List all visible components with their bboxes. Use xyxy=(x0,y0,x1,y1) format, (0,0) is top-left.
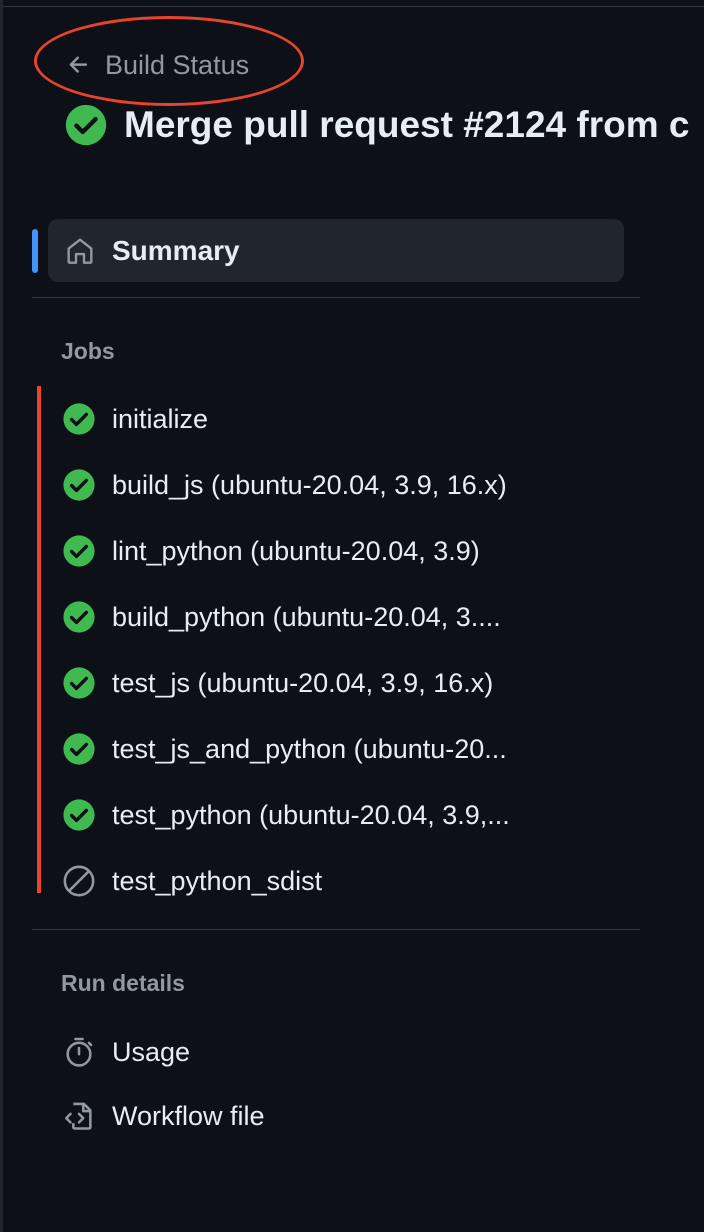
top-border xyxy=(0,0,704,7)
job-item-test-python[interactable]: test_python (ubuntu-20.04, 3.9,... xyxy=(62,782,510,848)
job-label: test_python (ubuntu-20.04, 3.9,... xyxy=(112,799,510,830)
home-icon xyxy=(64,235,96,267)
run-detail-workflow-file[interactable]: Workflow file xyxy=(62,1084,265,1148)
job-item-test-js-and-python[interactable]: test_js_and_python (ubuntu-20... xyxy=(62,716,510,782)
job-item-lint-python[interactable]: lint_python (ubuntu-20.04, 3.9) xyxy=(62,518,510,584)
check-circle-fill-icon xyxy=(62,732,96,766)
check-circle-fill-icon xyxy=(62,402,96,436)
check-circle-fill-icon xyxy=(62,534,96,568)
job-label: initialize xyxy=(112,403,209,434)
run-title: Merge pull request #2124 from c xyxy=(64,98,689,152)
run-detail-label: Workflow file xyxy=(112,1100,265,1131)
check-circle-fill-icon xyxy=(62,468,96,502)
stopwatch-icon xyxy=(62,1035,96,1069)
job-item-build-js[interactable]: build_js (ubuntu-20.04, 3.9, 16.x) xyxy=(62,452,510,518)
left-border xyxy=(0,0,3,1232)
run-detail-usage[interactable]: Usage xyxy=(62,1020,265,1084)
back-to-build-status-link[interactable]: Build Status xyxy=(66,45,249,85)
nav-item-summary-label: Summary xyxy=(112,234,240,266)
divider xyxy=(32,297,640,298)
back-link-label: Build Status xyxy=(105,49,250,80)
workflow-run-sidebar: Build Status Merge pull request #2124 fr… xyxy=(0,0,704,1232)
job-item-test-js[interactable]: test_js (ubuntu-20.04, 3.9, 16.x) xyxy=(62,650,510,716)
job-label: build_python (ubuntu-20.04, 3.... xyxy=(112,601,501,632)
check-circle-fill-icon xyxy=(64,103,108,147)
jobs-list: initialize build_js (ubuntu-20.04, 3.9, … xyxy=(62,386,510,914)
run-details-list: Usage Workflow file xyxy=(62,1020,265,1148)
job-item-initialize[interactable]: initialize xyxy=(62,386,510,452)
skip-icon xyxy=(62,864,96,898)
jobs-heading: Jobs xyxy=(61,338,115,364)
nav-item-summary[interactable]: Summary xyxy=(48,219,624,282)
arrow-left-icon xyxy=(66,52,92,78)
annotation-line xyxy=(37,386,41,893)
job-item-build-python[interactable]: build_python (ubuntu-20.04, 3.... xyxy=(62,584,510,650)
run-details-heading: Run details xyxy=(61,970,185,996)
run-detail-label: Usage xyxy=(112,1036,191,1067)
check-circle-fill-icon xyxy=(62,798,96,832)
summary-active-indicator xyxy=(32,229,38,273)
check-circle-fill-icon xyxy=(62,600,96,634)
run-title-text: Merge pull request #2124 from c xyxy=(124,104,690,145)
job-label: test_python_sdist xyxy=(112,865,323,896)
job-label: test_js (ubuntu-20.04, 3.9, 16.x) xyxy=(112,667,494,698)
file-code-icon xyxy=(62,1099,96,1133)
job-label: build_js (ubuntu-20.04, 3.9, 16.x) xyxy=(112,469,507,500)
job-item-test-python-sdist[interactable]: test_python_sdist xyxy=(62,848,510,914)
divider xyxy=(32,929,640,930)
job-label: test_js_and_python (ubuntu-20... xyxy=(112,733,507,764)
check-circle-fill-icon xyxy=(62,666,96,700)
job-label: lint_python (ubuntu-20.04, 3.9) xyxy=(112,535,480,566)
